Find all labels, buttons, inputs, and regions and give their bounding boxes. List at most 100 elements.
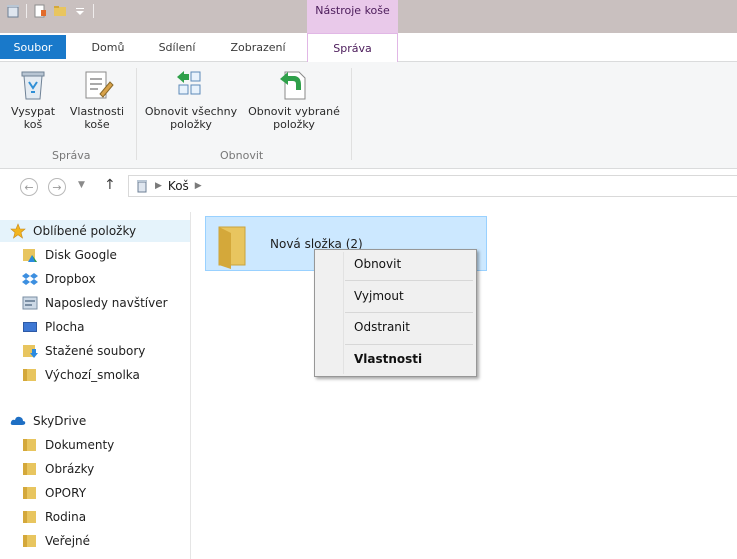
folder-icon (23, 439, 36, 451)
context-menu: Obnovit Vyjmout Odstranit Vlastnosti (314, 249, 477, 377)
title-bar: Nástroje koše (0, 0, 737, 33)
menu-separator (345, 312, 473, 313)
nav-label: Obrázky (45, 462, 95, 476)
restore-selected-icon (280, 71, 306, 100)
restore-selected-items-button[interactable]: Obnovit vybrané položky (242, 68, 346, 131)
empty-bin-label-2: koš (23, 118, 43, 131)
cloud-icon (10, 416, 26, 425)
quick-access-toolbar (6, 4, 94, 18)
nav-item-recent[interactable]: Naposledy navštíver (0, 292, 190, 314)
recycle-bin-small-icon[interactable] (6, 4, 20, 18)
tab-home[interactable]: Domů (78, 33, 138, 61)
desktop-icon (23, 322, 37, 332)
folder-icon (218, 226, 246, 269)
bin-props-label-2: koše (84, 118, 110, 131)
nav-item-public[interactable]: Veřejné (0, 530, 190, 552)
menu-separator (345, 344, 473, 345)
nav-label: Dropbox (45, 272, 96, 286)
nav-label: Dokumenty (45, 438, 115, 452)
properties-small-icon[interactable] (33, 4, 47, 18)
nav-label: Veřejné (45, 534, 91, 548)
navigation-bar: ← → ▼ ↑ ▶ Koš ▶ (0, 174, 737, 200)
nav-item-pictures[interactable]: Obrázky (0, 458, 190, 480)
tab-manage[interactable]: Správa (307, 33, 398, 62)
nav-item-skydrive[interactable]: SkyDrive (0, 410, 190, 432)
tab-view[interactable]: Zobrazení (218, 33, 298, 61)
menu-item-properties[interactable]: Vlastnosti (354, 352, 422, 366)
nav-label: Disk Google (45, 248, 117, 262)
breadcrumb-item[interactable]: Koš (168, 179, 189, 193)
empty-bin-label-1: Vysypat (10, 105, 56, 118)
breadcrumb-chevron-icon[interactable]: ▶ (155, 181, 162, 191)
nav-item-disk-google[interactable]: Disk Google (0, 244, 190, 266)
ribbon-tabs: Soubor Domů Sdílení Zobrazení Správa (0, 33, 737, 62)
nav-item-favorites[interactable]: Oblíbené položky (0, 220, 190, 242)
properties-icon (85, 71, 114, 99)
menu-item-restore[interactable]: Obnovit (354, 257, 401, 271)
restore-all-label-1: Obnovit všechny (144, 105, 238, 118)
empty-recycle-bin-button[interactable]: Vysypat koš (2, 68, 64, 131)
restore-all-label-2: položky (170, 118, 212, 131)
restore-all-items-button[interactable]: Obnovit všechny položky (140, 68, 242, 131)
breadcrumb-chevron-icon[interactable]: ▶ (195, 181, 202, 191)
restore-selected-label-2: položky (273, 118, 315, 131)
ribbon-panel: Vysypat koš Vlastnosti koše Obnovit všec… (0, 62, 737, 169)
recycle-bin-properties-button[interactable]: Vlastnosti koše (62, 68, 132, 131)
nav-item-desktop[interactable]: Plocha (0, 316, 190, 338)
back-button[interactable]: ← (20, 178, 38, 196)
restore-all-icon (177, 71, 201, 95)
folder-icon (23, 369, 36, 381)
recycle-bin-small-icon (137, 180, 147, 193)
ribbon-group-separator (136, 68, 137, 160)
forward-arrow-icon: → (52, 180, 62, 194)
navigation-pane: Oblíbené položky Disk Google Dropbox Nap… (0, 212, 191, 559)
nav-label: Stažené soubory (45, 344, 146, 358)
back-arrow-icon: ← (24, 180, 34, 194)
context-tab-header: Nástroje koše (307, 0, 398, 33)
new-folder-small-icon[interactable] (53, 4, 67, 18)
restore-selected-label-1: Obnovit vybrané (248, 105, 340, 118)
nav-label: Výchozí_smolka (45, 368, 140, 382)
recent-places-icon (22, 296, 38, 310)
google-drive-folder-icon (23, 249, 37, 262)
nav-label: Plocha (45, 320, 85, 334)
folder-icon (23, 463, 36, 475)
nav-item-downloads[interactable]: Stažené soubory (0, 340, 190, 362)
chevron-down-icon: ▼ (78, 180, 85, 190)
recycle-bin-icon (21, 71, 45, 100)
forward-button[interactable]: → (48, 178, 66, 196)
address-box[interactable]: ▶ Koš ▶ (128, 175, 737, 197)
nav-label: OPORY (45, 486, 87, 500)
nav-item-opory[interactable]: OPORY (0, 482, 190, 504)
menu-gutter (343, 252, 344, 374)
folder-icon (23, 511, 36, 523)
dropbox-icon (22, 273, 38, 285)
menu-item-delete[interactable]: Odstranit (354, 320, 410, 334)
star-icon (10, 223, 26, 239)
nav-item-dropbox[interactable]: Dropbox (0, 268, 190, 290)
nav-label: Rodina (45, 510, 87, 524)
up-button[interactable]: ↑ (104, 177, 116, 193)
bin-props-label-1: Vlastnosti (69, 105, 125, 118)
group-label-manage: Správa (52, 149, 91, 162)
group-label-restore: Obnovit (220, 149, 264, 162)
nav-item-family[interactable]: Rodina (0, 506, 190, 528)
recent-locations-button[interactable]: ▼ (78, 180, 85, 190)
nav-label: SkyDrive (33, 414, 87, 428)
ribbon-group-separator (351, 68, 352, 160)
up-arrow-icon: ↑ (104, 177, 116, 193)
qat-separator (26, 4, 27, 18)
menu-item-cut[interactable]: Vyjmout (354, 289, 404, 303)
customize-toolbar-icon[interactable] (73, 4, 87, 18)
nav-item-documents[interactable]: Dokumenty (0, 434, 190, 456)
downloads-folder-icon (23, 345, 38, 358)
nav-label: Oblíbené položky (33, 224, 137, 238)
tab-file[interactable]: Soubor (0, 35, 66, 59)
folder-icon (23, 535, 36, 547)
menu-separator (345, 280, 473, 281)
folder-icon (23, 487, 36, 499)
nav-label: Naposledy navštíver (45, 296, 168, 310)
tab-share[interactable]: Sdílení (144, 33, 210, 61)
nav-item-default-smolka[interactable]: Výchozí_smolka (0, 364, 190, 386)
qat-separator (93, 4, 94, 18)
